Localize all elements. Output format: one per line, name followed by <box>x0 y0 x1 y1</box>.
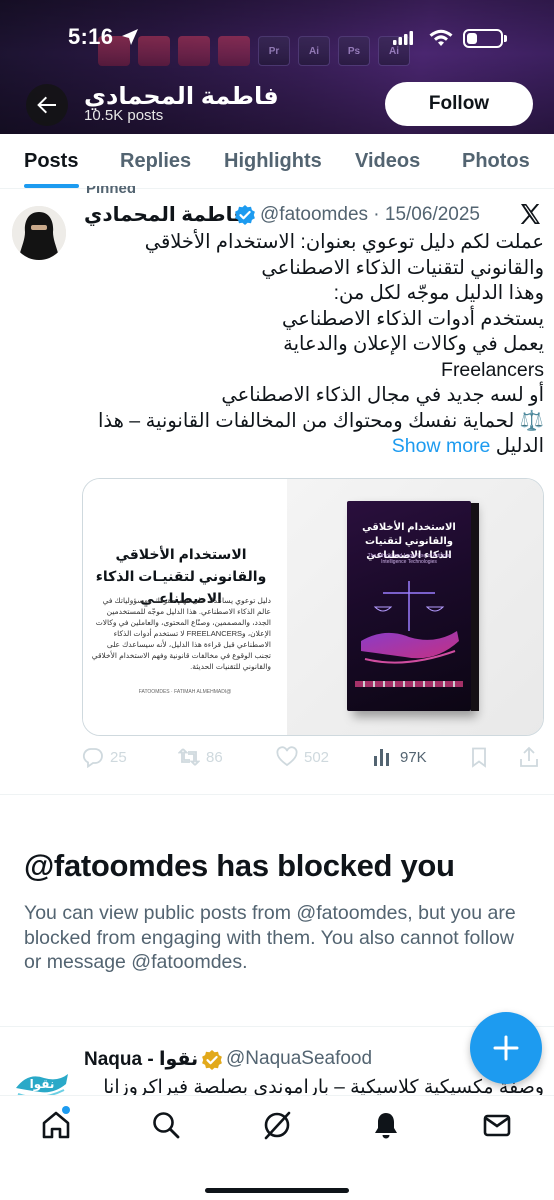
reply-icon <box>82 748 103 768</box>
tweet-actions: 25 86 502 97K <box>82 746 544 772</box>
share-icon <box>520 746 538 767</box>
compose-post-button[interactable] <box>470 1012 542 1084</box>
tab-highlights[interactable]: Highlights <box>224 150 322 173</box>
home-indicator <box>205 1188 349 1193</box>
tweet-text: وصفة مكسيكية كلاسيكية – باراموندي بصلصة … <box>103 1077 544 1096</box>
reply-count: 25 <box>110 748 127 766</box>
bottom-navigation <box>0 1095 554 1200</box>
book-cover: الاستخدام الأخلاقي والقانوني لتقنيات الذ… <box>347 501 471 711</box>
tweet-text: عملت لكم دليل توعوي بعنوان: الاستخدام ال… <box>97 231 544 457</box>
avatar[interactable] <box>12 206 66 260</box>
arrow-left-icon <box>37 96 56 114</box>
status-time: 5:16 <box>68 24 114 49</box>
verified-badge-icon <box>235 205 255 225</box>
views-count: 97K <box>400 748 427 766</box>
location-arrow-icon <box>122 29 138 45</box>
views-button[interactable]: 97K <box>372 746 427 768</box>
battery-icon <box>463 29 507 48</box>
messages-icon[interactable] <box>482 1110 512 1140</box>
back-button[interactable] <box>26 84 68 126</box>
status-bar: 5:16 <box>0 22 554 54</box>
wifi-icon <box>429 29 453 46</box>
bookmark-icon <box>472 747 486 768</box>
home-icon[interactable] <box>41 1110 71 1140</box>
x-logo-icon[interactable] <box>518 202 542 226</box>
bookmark-button[interactable] <box>468 746 490 768</box>
share-button[interactable] <box>518 746 540 768</box>
notifications-icon[interactable] <box>371 1110 401 1140</box>
card-handle: @FATOOMDES · FATIMAH ALMEHMADI <box>138 689 232 695</box>
reply-button[interactable]: 25 <box>82 746 127 768</box>
header-post-count: 10.5K posts <box>84 107 164 124</box>
tweet-header: فاطمة المحمادي @fatoomdes · 15/06/2025 <box>84 202 544 228</box>
card-text-panel: الاستخدام الأخلاقي والقانوني لتقنيـات ال… <box>83 479 287 735</box>
card-book-image: الاستخدام الأخلاقي والقانوني لتقنيات الذ… <box>287 479 543 735</box>
heart-icon <box>276 746 298 767</box>
book-subtitle: The Ethical and Legal Use of Artificial … <box>367 553 451 565</box>
repost-button[interactable]: 86 <box>178 746 223 768</box>
tab-replies[interactable]: Replies <box>120 150 191 173</box>
tweet-handle[interactable]: @NaquaSeafood <box>226 1048 372 1070</box>
tab-videos[interactable]: Videos <box>355 150 420 173</box>
repost-count: 86 <box>206 748 223 766</box>
divider <box>0 1026 554 1027</box>
tweet-handle-date[interactable]: @fatoomdes · 15/06/2025 <box>260 204 480 226</box>
cellular-signal-icon <box>393 31 413 45</box>
show-more-link[interactable]: Show more <box>392 435 491 457</box>
tweet-media-card[interactable]: الاستخدام الأخلاقي والقانوني لتقنيـات ال… <box>82 478 544 736</box>
views-chart-icon <box>374 749 389 766</box>
like-count: 502 <box>304 748 330 766</box>
verified-gold-badge-icon <box>202 1050 222 1070</box>
tweet-author-name[interactable]: فاطمة المحمادي <box>84 202 246 227</box>
tab-posts[interactable]: Posts <box>24 150 78 173</box>
home-notification-dot <box>62 1106 70 1114</box>
card-description: دليل توعوي يساعدك على فهم حقوقك ومسؤوليا… <box>91 596 271 671</box>
divider <box>0 794 554 795</box>
active-tab-indicator <box>24 184 79 188</box>
tweet-author-name[interactable]: Naqua - نقوا <box>84 1048 198 1071</box>
like-button[interactable]: 502 <box>276 746 329 768</box>
svg-text:نقوا: نقوا <box>30 1077 55 1092</box>
follow-button[interactable]: Follow <box>385 82 533 126</box>
grok-icon[interactable] <box>262 1110 292 1140</box>
blocked-title: @fatoomdes has blocked you <box>24 848 455 883</box>
repost-icon <box>178 748 200 766</box>
plus-icon <box>493 1035 519 1061</box>
tab-photos[interactable]: Photos <box>462 150 530 173</box>
profile-photo <box>12 206 66 260</box>
scale-hand-illustration <box>361 581 459 664</box>
search-icon[interactable] <box>151 1110 181 1140</box>
profile-tabs: Posts Replies Highlights Videos Photos <box>0 134 554 189</box>
blocked-description: You can view public posts from @fatoomde… <box>24 902 516 973</box>
